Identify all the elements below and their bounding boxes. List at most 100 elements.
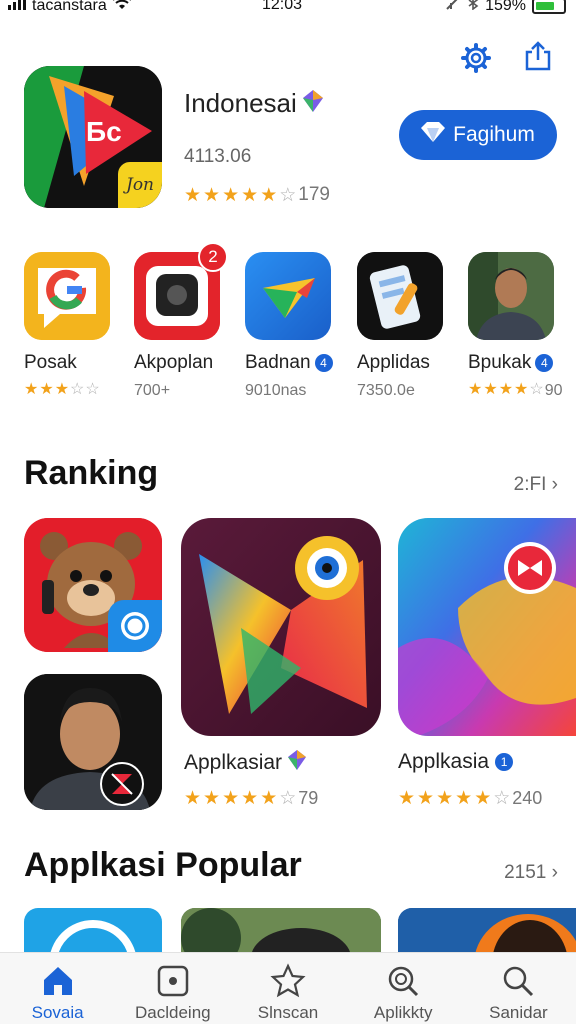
star-icon: ★ — [498, 381, 514, 398]
tab-dacldeing[interactable]: Dacldeing — [115, 953, 230, 1024]
star-icon: ★ — [241, 184, 259, 206]
app-rating: ★ ★ ★ ★ ☆ 90 — [468, 382, 563, 400]
verified-icon: 1 — [495, 753, 514, 771]
ranking-rating-count: 240 — [512, 788, 543, 808]
gem-icon — [288, 750, 307, 776]
app-card-posak[interactable]: Posak ★ ★ ★ ☆ ☆ — [24, 252, 114, 398]
star-icon: ★ — [514, 381, 529, 398]
app-name-row: Badnan 4 — [245, 352, 333, 374]
app-name: Akpoplan — [134, 352, 214, 373]
verified-icon: 4 — [535, 354, 554, 372]
gear-icon[interactable] — [460, 42, 492, 74]
carrier-label: tacanstara — [32, 0, 107, 14]
tab-sovaia[interactable]: Sovaia — [0, 953, 115, 1024]
status-bar: tacanstara 12:03 159% — [0, 0, 576, 18]
ranking-app-icon-bear[interactable] — [24, 518, 162, 652]
star-icon: ★ — [203, 788, 221, 809]
star-icon: ★ — [474, 788, 492, 809]
tab-label: Sovaia — [31, 1003, 84, 1022]
search-icon — [500, 963, 536, 999]
featured-app-icon[interactable]: Бс Jon — [24, 66, 162, 208]
tab-bar: Sovaia Dacldeing Slnscan Aplikkty Sanida… — [0, 952, 576, 1024]
star-empty-icon: ☆ — [493, 788, 511, 809]
tab-label: Slnscan — [257, 1003, 319, 1022]
ranking-app-rating: ★ ★ ★ ★ ★ ☆ 240 — [398, 788, 542, 809]
app-card-badnan[interactable]: Badnan 4 9010nas — [245, 252, 335, 399]
featured-button-label: Fagihum — [453, 123, 535, 146]
battery-icon — [532, 0, 566, 14]
star-icon: ★ — [222, 184, 240, 206]
star-icon: ★ — [398, 788, 416, 809]
ranking-app-icon-portrait[interactable] — [24, 674, 162, 810]
bluetooth-icon — [467, 0, 479, 15]
ranking-app-rating: ★ ★ ★ ★ ★ ☆ 79 — [184, 788, 318, 809]
signal-strength-icon — [445, 0, 461, 15]
star-icon: ★ — [260, 788, 278, 809]
star-icon: ★ — [203, 184, 221, 206]
signal-icon — [8, 0, 26, 15]
tab-slnscan[interactable]: Slnscan — [230, 953, 345, 1024]
app-card-bpukak[interactable]: Bpukak 4 ★ ★ ★ ★ ☆ 90 — [468, 252, 563, 399]
star-empty-icon: ☆ — [529, 381, 544, 398]
app-name: Bpukak — [468, 352, 532, 373]
square-dot-icon — [155, 963, 191, 999]
app-name: Applidas — [357, 352, 430, 373]
featured-rating-count: 179 — [298, 184, 330, 205]
star-empty-icon: ☆ — [70, 381, 85, 398]
featured-subtitle: 4113.06 — [184, 146, 252, 167]
featured-app-name[interactable]: Indonesai — [184, 88, 323, 119]
star-icon: ★ — [455, 788, 473, 809]
star-empty-icon: ☆ — [279, 788, 297, 809]
featured-rating: ★ ★ ★ ★ ★ ☆ 179 — [184, 184, 330, 206]
status-left: tacanstara — [8, 0, 131, 15]
star-icon: ★ — [222, 788, 240, 809]
ranking-app-icon-star[interactable] — [181, 518, 381, 736]
messenger-icon — [108, 600, 162, 652]
notification-badge: 2 — [198, 242, 228, 272]
verified-icon: 4 — [314, 354, 333, 372]
app-meta: 7350.0e — [357, 382, 415, 399]
popular-app-tile[interactable] — [398, 908, 576, 956]
ranking-app-icon-gradient[interactable] — [398, 518, 576, 736]
tab-sanidar[interactable]: Sanidar — [461, 953, 576, 1024]
popular-more-label: 2151 — [504, 862, 547, 883]
star-empty-icon: ☆ — [279, 184, 297, 206]
app-card-akpoplan[interactable]: 2 Akpoplan 700+ — [134, 242, 228, 399]
app-rating: ★ ★ ★ ☆ ☆ — [24, 382, 100, 398]
app-icon — [24, 252, 110, 340]
star-icon: ★ — [184, 184, 202, 206]
app-icon — [468, 252, 554, 340]
star-empty-icon: ☆ — [85, 381, 100, 398]
ranking-app-name: Applkasia — [398, 750, 490, 773]
wifi-icon — [112, 0, 131, 15]
ranking-rating-count: 79 — [298, 788, 319, 808]
app-name-row: Bpukak 4 — [468, 352, 554, 374]
chevron-right-icon: › — [551, 862, 558, 883]
app-meta: 9010nas — [245, 382, 307, 399]
star-icon: ★ — [483, 381, 498, 398]
star-icon: ★ — [39, 381, 54, 398]
battery-percent: 159% — [485, 0, 526, 14]
popular-see-all[interactable]: 2151 › — [504, 862, 558, 884]
star-icon: ★ — [468, 381, 483, 398]
tab-label: Dacldeing — [135, 1003, 211, 1022]
tab-label: Aplikkty — [373, 1003, 433, 1022]
app-card-applidas[interactable]: Applidas 7350.0e — [357, 252, 447, 399]
tab-label: Sanidar — [489, 1003, 548, 1022]
popular-app-tile[interactable] — [181, 908, 381, 956]
app-meta: 90 — [544, 382, 563, 399]
ranking-see-all[interactable]: 2:FI › — [514, 474, 558, 496]
ranking-app-name-row: Applkasia 1 — [398, 750, 514, 774]
featured-icon-badge: Jon — [118, 162, 162, 208]
star-icon: ★ — [54, 381, 70, 398]
diamond-icon — [421, 122, 446, 148]
star-icon — [270, 963, 306, 999]
ranking-more-label: 2:FI — [513, 474, 547, 495]
popular-app-tile[interactable] — [24, 908, 162, 956]
featured-get-button[interactable]: Fagihum — [399, 110, 557, 160]
share-icon[interactable] — [522, 40, 554, 72]
chevron-right-icon: › — [551, 474, 558, 495]
star-icon: ★ — [260, 184, 278, 206]
popular-title: Applkasi Popular — [24, 846, 302, 884]
tab-aplikkty[interactable]: Aplikkty — [346, 953, 461, 1024]
